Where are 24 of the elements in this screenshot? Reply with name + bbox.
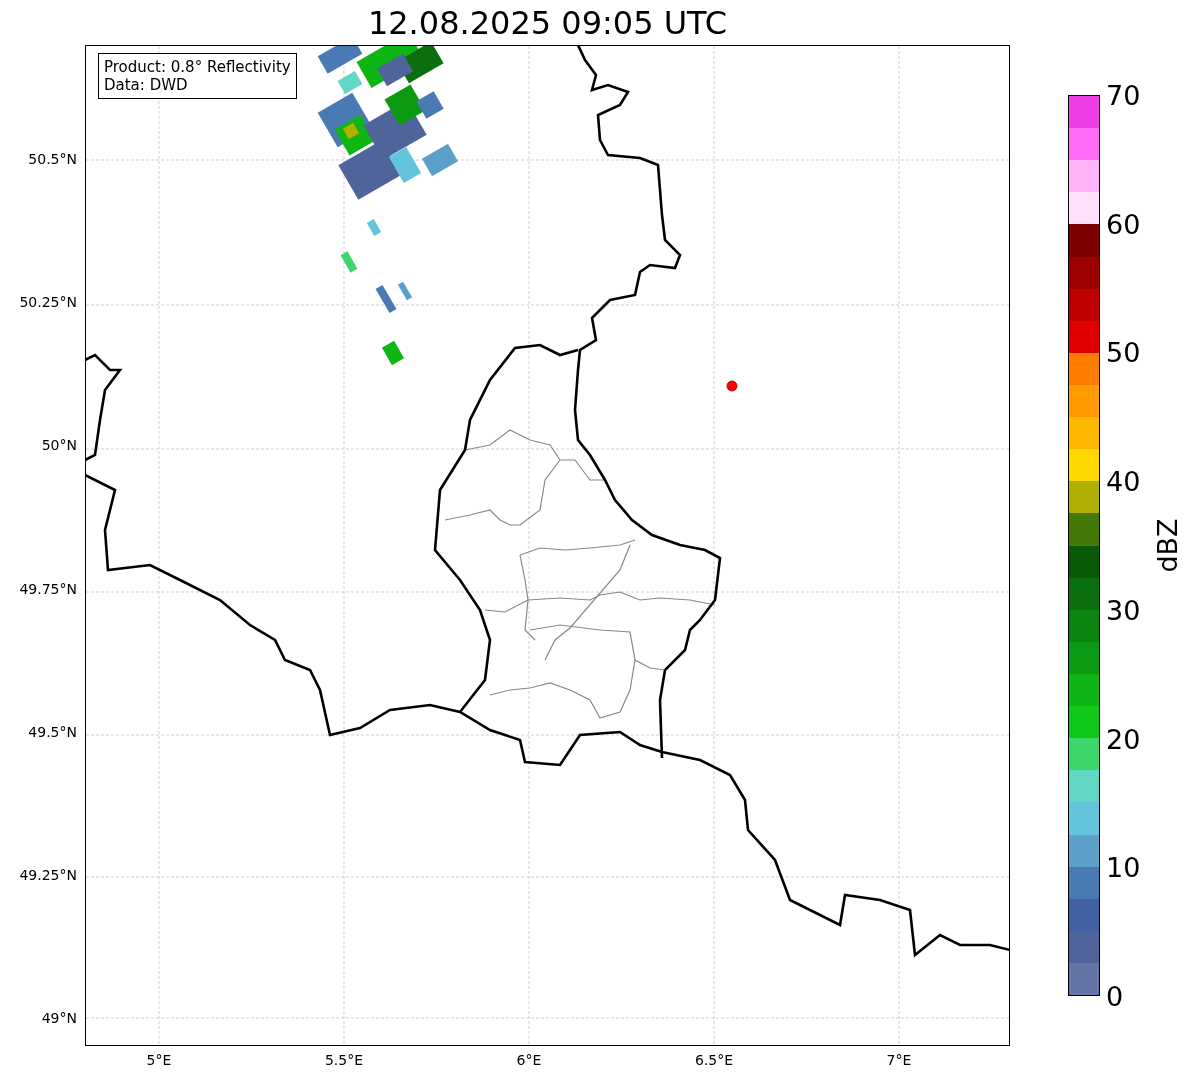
latitude-label: 50°N	[41, 437, 77, 454]
latitude-label: 49°N	[41, 1010, 77, 1027]
colorbar-tick-label: 10	[1106, 851, 1141, 883]
info-text: Product: 0.8° Reflectivity	[104, 58, 291, 76]
longitude-label: 7°E	[886, 1052, 912, 1068]
colorbar-tick-label: 50	[1106, 336, 1141, 368]
colorbar-tick-label: 0	[1106, 980, 1124, 1012]
latitude-label: 49.5°N	[28, 723, 77, 740]
latitude-label: 49.75°N	[19, 580, 77, 597]
colorbar-tick-label: 70	[1106, 79, 1141, 111]
latitude-label: 49.25°N	[19, 867, 77, 883]
longitude-label: 5.5°E	[324, 1052, 364, 1068]
colorbar-tick-label: 40	[1106, 465, 1141, 497]
longitude-label: 6.5°E	[694, 1052, 734, 1068]
colorbar-tick-label: 20	[1106, 723, 1141, 755]
colorbar-tick-label: 30	[1106, 594, 1141, 626]
info-text: Data: DWD	[104, 76, 189, 94]
longitude-label: 5°E	[146, 1052, 172, 1068]
latitude-label: 50.25°N	[19, 294, 77, 311]
longitude-label: 6°E	[516, 1052, 542, 1068]
chart-title: 12.08.2025 09:05 UTC	[367, 3, 728, 42]
colorbar-tick-label: 60	[1106, 208, 1141, 240]
colorbar-label: dBZ	[1151, 518, 1183, 573]
latitude-label: 50.5°N	[28, 151, 77, 167]
